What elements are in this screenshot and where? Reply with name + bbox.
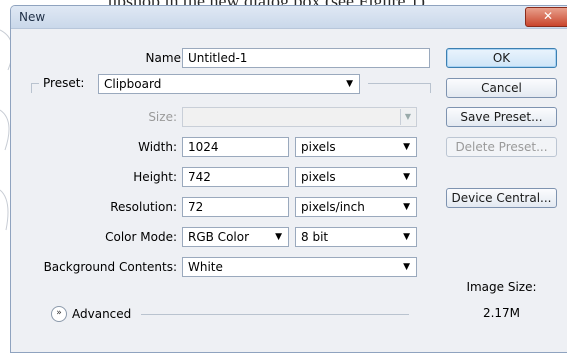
chevron-down-icon: ▼ [403,202,410,212]
name-label: Name: [145,51,185,65]
chevron-down-icon: ▼ [403,172,410,182]
advanced-label[interactable]: Advanced [72,307,131,321]
resolution-label: Resolution: [110,200,177,214]
preset-group-right-tick [430,83,431,93]
image-size-label: Image Size: [466,280,537,294]
image-size-value: 2.17M [482,306,521,320]
chevron-down-icon: ▼ [400,109,415,125]
preset-value: Clipboard [104,77,162,91]
chevron-down-icon: ▼ [275,232,282,242]
chevron-down-icon: ▼ [403,232,410,242]
screen: upshop in the new dialog box (see Figure… [0,0,567,353]
delete-preset-button: Delete Preset... [446,137,557,157]
bit-depth-dropdown[interactable]: 8 bit ▼ [295,227,417,247]
chevron-down-icon: ▼ [403,142,410,152]
device-central-button[interactable]: Device Central... [446,188,557,208]
new-document-dialog: New ✕ Name: Untitled-1 Preset: Clipboard… [10,5,567,353]
resolution-unit-dropdown[interactable]: pixels/inch ▼ [295,197,417,217]
height-label: Height: [133,170,177,184]
width-unit-dropdown[interactable]: pixels ▼ [295,137,417,157]
height-unit-value: pixels [301,170,336,184]
resolution-field[interactable]: 72 [182,197,289,217]
background-contents-label: Background Contents: [43,260,177,274]
close-icon[interactable]: ✕ [525,7,567,27]
preset-group-left-tick [31,83,32,93]
chevron-down-icon: ▼ [403,262,410,272]
dialog-title: New [19,10,46,24]
advanced-expand-icon[interactable]: » [51,306,67,322]
advanced-divider [141,314,409,315]
cancel-button[interactable]: Cancel [446,78,557,98]
color-mode-label: Color Mode: [105,230,177,244]
name-field[interactable]: Untitled-1 [182,48,430,68]
width-field[interactable]: 1024 [182,137,289,157]
preset-group-line-left [31,83,39,84]
preset-label: Preset: [43,76,85,90]
height-field[interactable]: 742 [182,167,289,187]
width-label: Width: [138,140,177,154]
color-mode-value: RGB Color [188,230,250,244]
title-bar[interactable]: New ✕ [11,6,567,29]
size-label: Size: [148,110,177,124]
resolution-unit-value: pixels/inch [301,200,365,214]
color-mode-dropdown[interactable]: RGB Color ▼ [182,227,289,247]
size-dropdown: ▼ [182,107,417,127]
background-contents-dropdown[interactable]: White ▼ [182,257,417,277]
chevron-down-icon: ▼ [346,79,353,89]
save-preset-button[interactable]: Save Preset... [446,107,557,127]
width-unit-value: pixels [301,140,336,154]
preset-group-line-right [368,83,430,84]
background-contents-value: White [188,260,223,274]
ok-button[interactable]: OK [446,48,557,68]
bit-depth-value: 8 bit [301,230,329,244]
height-unit-dropdown[interactable]: pixels ▼ [295,167,417,187]
preset-dropdown[interactable]: Clipboard ▼ [98,74,360,94]
